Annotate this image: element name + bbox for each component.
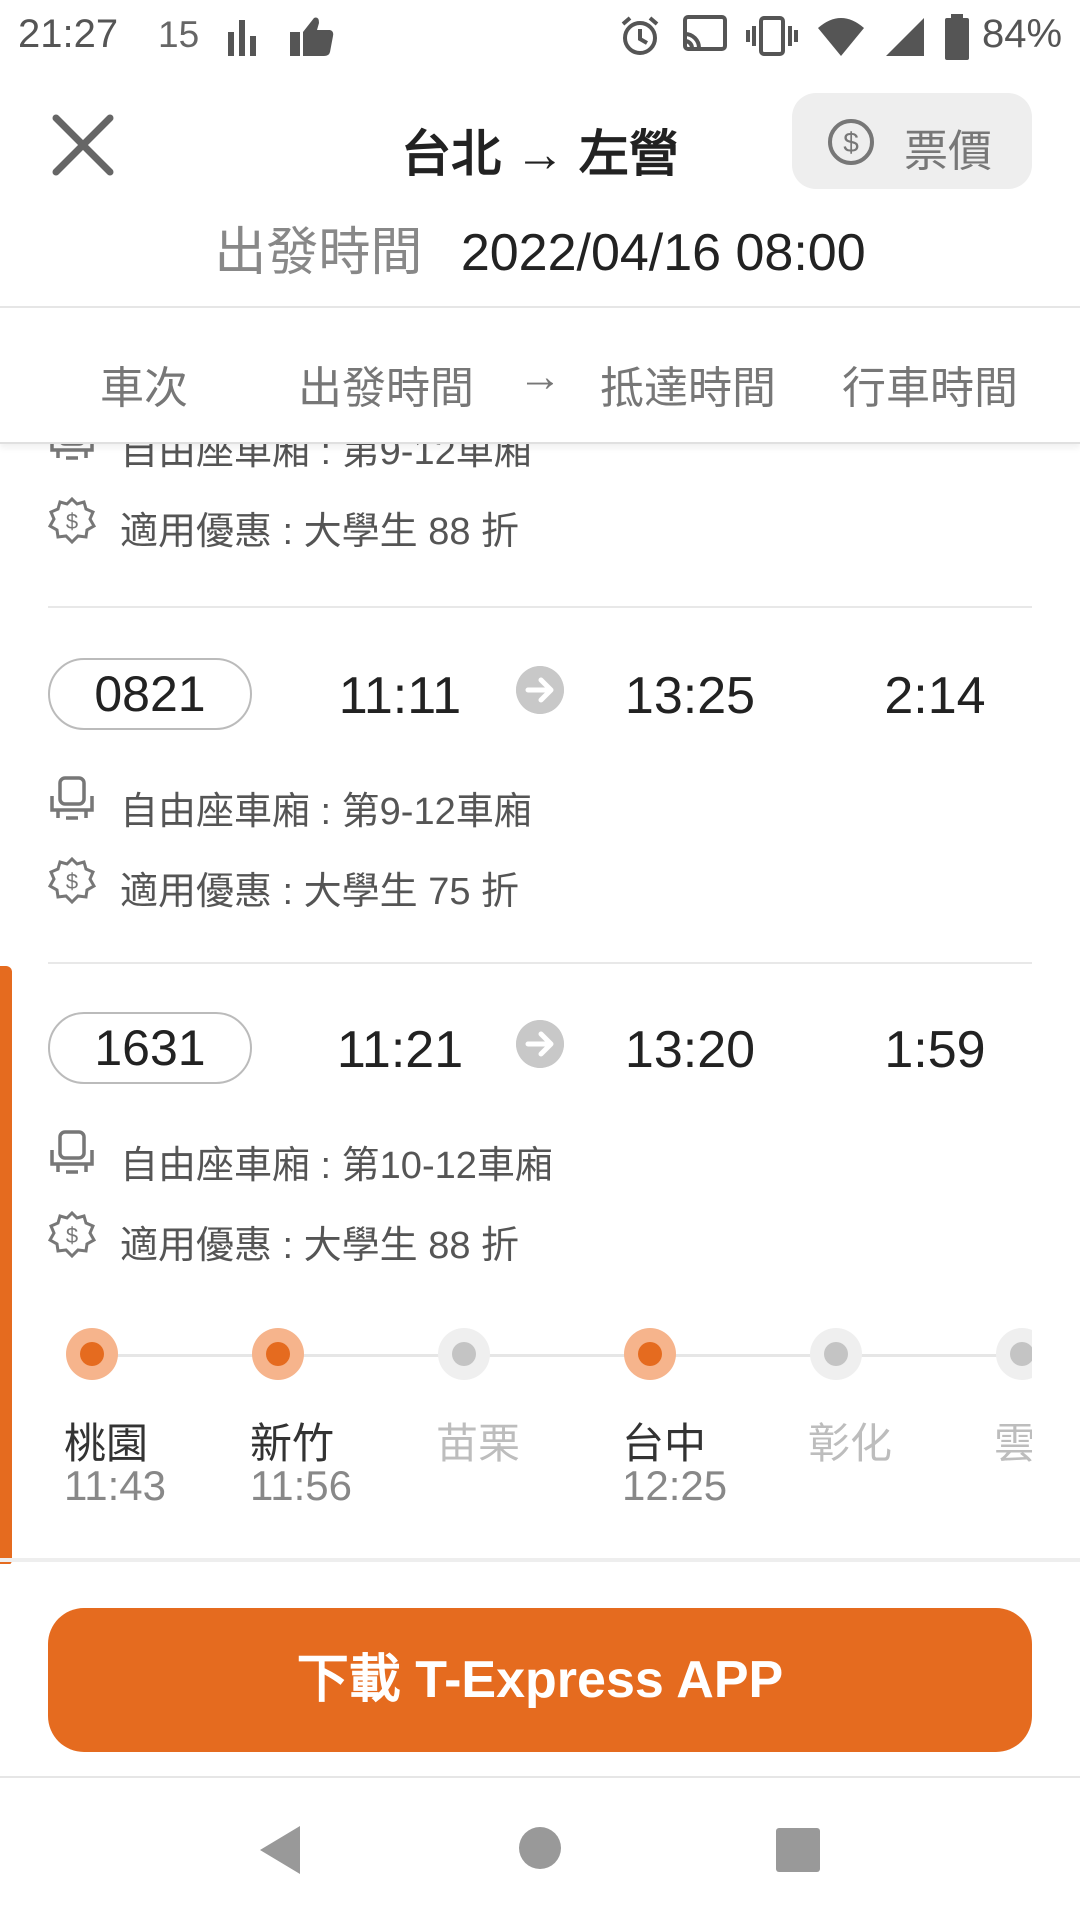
recents-icon[interactable] (776, 1828, 820, 1872)
column-arrive: 抵達時間 (600, 364, 776, 413)
stops-timeline (90, 1354, 1030, 1357)
system-nav-bar (0, 1776, 1080, 1922)
svg-text:$: $ (66, 869, 78, 894)
departure-label: 出發時間 (214, 224, 423, 282)
discount-text: 適用優惠 : 大學生 88 折 (120, 1225, 520, 1267)
stop-time: 11:56 (250, 1462, 352, 1509)
svg-text:$: $ (66, 1223, 78, 1248)
battery-percent: 84% (982, 12, 1063, 56)
discount-badge-icon: $ (48, 1210, 96, 1259)
vibrate-icon (746, 16, 798, 56)
stop-yunlin: 雲 (994, 1328, 1032, 1528)
departure-info: 出發時間 2022/04/16 08:00 (0, 210, 1080, 285)
departure-value: 2022/04/16 08:00 (460, 224, 866, 282)
home-icon[interactable] (518, 1826, 562, 1870)
stop-name: 苗栗 (436, 1420, 521, 1467)
arrive-time: 13:20 (624, 1021, 756, 1079)
dollar-icon: $ (828, 119, 874, 165)
column-duration: 行車時間 (842, 364, 1018, 413)
discount-text: 適用優惠 : 大學生 88 折 (120, 511, 520, 553)
arrow-right-icon (516, 666, 564, 714)
signal-icon (886, 18, 924, 56)
wifi-icon (818, 18, 864, 56)
stop-dot (996, 1328, 1032, 1380)
seat-text: 自由座車廂 : 第9-12車廂 (120, 444, 532, 473)
stop-time: 11:43 (64, 1462, 166, 1509)
train-number: 1631 (48, 1012, 252, 1084)
divider (48, 606, 1032, 608)
divider (48, 962, 1032, 964)
bar-chart-icon (228, 20, 256, 56)
fare-button[interactable]: $ 票價 (792, 93, 1032, 189)
status-time: 21:27 (18, 12, 119, 56)
notification-count: 15 (158, 14, 200, 55)
fare-button-label: 票價 (904, 127, 992, 176)
column-header: 車次 出發時間 → 抵達時間 行車時間 (0, 308, 1080, 444)
discount-badge-icon: $ (48, 496, 96, 545)
duration: 2:14 (884, 667, 986, 725)
stop-name: 雲 (994, 1420, 1032, 1467)
thumbs-up-icon (290, 17, 334, 56)
column-depart: 出發時間 (298, 364, 474, 413)
battery-icon (945, 14, 969, 60)
column-arrow: → (518, 352, 562, 401)
header: 台北 → 左營 $ 票價 出發時間 2022/04/16 08:00 (0, 76, 1080, 308)
seat-icon (50, 1130, 94, 1174)
stop-name: 彰化 (808, 1420, 893, 1467)
train-number: 0821 (48, 658, 252, 730)
stop-dot (438, 1328, 490, 1380)
selected-indicator (0, 966, 12, 1564)
seat-icon (50, 776, 94, 820)
stop-dot (66, 1328, 118, 1380)
cast-icon (683, 15, 727, 51)
divider (0, 1558, 1080, 1562)
stop-dot (624, 1328, 676, 1380)
alarm-icon (621, 16, 659, 55)
seat-icon (50, 444, 94, 460)
seat-text: 自由座車廂 : 第10-12車廂 (120, 1145, 553, 1187)
discount-text: 適用優惠 : 大學生 75 折 (120, 871, 520, 913)
duration: 1:59 (884, 1021, 986, 1079)
download-app-button[interactable]: 下載 T-Express APP (48, 1608, 1032, 1752)
arrow-right-icon (516, 1020, 564, 1068)
seat-text: 自由座車廂 : 第9-12車廂 (120, 791, 532, 833)
stop-dot (810, 1328, 862, 1380)
train-list[interactable]: 自由座車廂 : 第9-12車廂 $ 適用優惠 : 大學生 88 折 0821 1… (0, 444, 1080, 1564)
arrive-time: 13:25 (624, 667, 756, 725)
status-bar: 21:27 15 84% (0, 0, 1080, 76)
discount-badge-icon: $ (48, 856, 96, 905)
back-icon[interactable] (256, 1824, 302, 1876)
stop-time: 12:25 (622, 1462, 728, 1509)
svg-text:$: $ (843, 127, 859, 158)
depart-time: 11:11 (338, 667, 462, 725)
depart-time: 11:21 (336, 1021, 464, 1079)
stop-dot (252, 1328, 304, 1380)
svg-text:$: $ (66, 509, 78, 534)
column-train: 車次 (100, 364, 188, 413)
